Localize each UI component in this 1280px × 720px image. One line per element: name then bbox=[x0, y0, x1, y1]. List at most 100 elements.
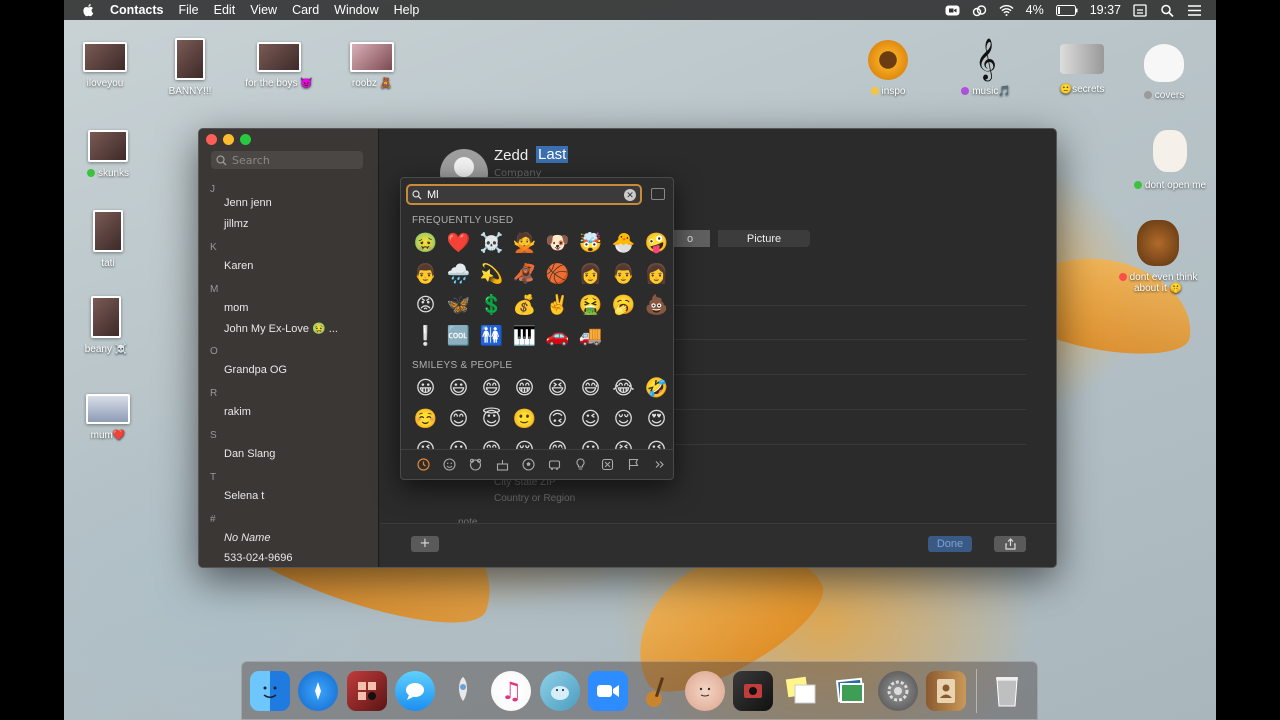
emoji-cell[interactable]: 🤪 bbox=[640, 228, 673, 259]
emoji-cell[interactable]: 🙅 bbox=[508, 228, 541, 259]
clear-search-icon[interactable]: ✕ bbox=[624, 189, 636, 201]
tab-more[interactable] bbox=[647, 456, 673, 474]
emoji-search-input[interactable]: Ml ✕ bbox=[406, 184, 642, 205]
emoji-cell[interactable]: 🌧️ bbox=[442, 259, 475, 290]
emoji-cell[interactable]: 👨 bbox=[607, 259, 640, 290]
minimize-window-button[interactable] bbox=[223, 134, 234, 145]
emoji-cell[interactable]: 😝 bbox=[607, 435, 640, 449]
emoji-cell[interactable]: 🦧 bbox=[508, 259, 541, 290]
desktop-icon-banny[interactable]: BANNY!!! bbox=[144, 38, 236, 97]
tab-frequently-used[interactable] bbox=[410, 456, 436, 474]
close-window-button[interactable] bbox=[206, 134, 217, 145]
creative-cloud-icon[interactable] bbox=[972, 4, 987, 17]
desktop-icon-dont-even-think[interactable]: dont even think about it 🤫 bbox=[1110, 220, 1206, 294]
emoji-cell[interactable]: 😃 bbox=[442, 373, 475, 404]
tab-symbols[interactable] bbox=[594, 456, 620, 474]
contact-row[interactable]: Grandpa OG bbox=[224, 364, 287, 376]
emoji-cell[interactable]: ❤️ bbox=[442, 228, 475, 259]
emoji-cell[interactable]: 😊 bbox=[442, 404, 475, 435]
last-name-field[interactable]: Last bbox=[536, 146, 569, 163]
emoji-cell[interactable]: 🐣 bbox=[607, 228, 640, 259]
emoji-cell[interactable]: 🥱 bbox=[607, 290, 640, 321]
emoji-cell[interactable]: 💫 bbox=[475, 259, 508, 290]
emoji-cell[interactable]: 😋 bbox=[541, 435, 574, 449]
tab-food[interactable] bbox=[489, 456, 515, 474]
emoji-cell[interactable]: 😆 bbox=[541, 373, 574, 404]
desktop-icon-mum[interactable]: mum❤️ bbox=[62, 394, 154, 441]
emoji-cell[interactable]: 😌 bbox=[607, 404, 640, 435]
contact-row[interactable]: jillmz bbox=[224, 218, 248, 230]
done-button[interactable]: Done bbox=[928, 536, 972, 552]
character-viewer-expand-icon[interactable] bbox=[651, 188, 665, 200]
tab-travel[interactable] bbox=[541, 456, 567, 474]
contact-row[interactable]: No Name bbox=[224, 532, 270, 544]
menu-card[interactable]: Card bbox=[292, 3, 319, 17]
desktop-icon-dont-open-me[interactable]: dont open me bbox=[1115, 130, 1225, 191]
contact-row[interactable]: Dan Slang bbox=[224, 448, 275, 460]
menu-app-name[interactable]: Contacts bbox=[110, 3, 163, 17]
tab-smileys[interactable] bbox=[436, 456, 462, 474]
dock-system-preferences[interactable] bbox=[877, 670, 918, 711]
emoji-cell[interactable]: 😁 bbox=[508, 373, 541, 404]
first-name-field[interactable]: Zedd bbox=[494, 147, 528, 164]
emoji-cell[interactable]: ☺️ bbox=[409, 404, 442, 435]
emoji-cell[interactable]: 😚 bbox=[508, 435, 541, 449]
emoji-cell[interactable]: 🚚 bbox=[574, 321, 607, 352]
emoji-cell[interactable]: 😍 bbox=[640, 404, 673, 435]
emoji-cell[interactable]: 😗 bbox=[442, 435, 475, 449]
emoji-cell[interactable]: 👩 bbox=[574, 259, 607, 290]
emoji-cell[interactable]: 💩 bbox=[640, 290, 673, 321]
menu-help[interactable]: Help bbox=[394, 3, 420, 17]
contacts-search-field[interactable]: Search bbox=[211, 151, 363, 169]
emoji-cell[interactable]: 🤢 bbox=[409, 228, 442, 259]
emoji-cell[interactable]: 🤮 bbox=[574, 290, 607, 321]
dock-launchpad[interactable] bbox=[443, 671, 483, 711]
emoji-cell[interactable]: 😀 bbox=[409, 373, 442, 404]
add-field-button[interactable]: + bbox=[411, 536, 439, 552]
menu-edit[interactable]: Edit bbox=[214, 3, 236, 17]
emoji-cell[interactable]: 😡 bbox=[409, 290, 442, 321]
dock-preview[interactable] bbox=[830, 671, 870, 711]
dock-contacts[interactable] bbox=[926, 670, 967, 711]
emoji-cell[interactable]: ❕ bbox=[409, 321, 442, 352]
dock-zoom[interactable] bbox=[588, 670, 629, 711]
emoji-cell[interactable]: 😄 bbox=[475, 373, 508, 404]
dock-photo-booth-2[interactable] bbox=[732, 670, 773, 711]
spotlight-search-icon[interactable] bbox=[1160, 4, 1175, 17]
emoji-cell[interactable]: 😛 bbox=[574, 435, 607, 449]
desktop-icon-music[interactable]: 𝄞 music🎵 bbox=[940, 36, 1032, 97]
emoji-cell[interactable]: 🆒 bbox=[442, 321, 475, 352]
dock-stickies[interactable] bbox=[781, 671, 821, 711]
emoji-cell[interactable]: 😜 bbox=[640, 435, 673, 449]
desktop-icon-skunks[interactable]: skunks bbox=[62, 130, 154, 179]
dock-trash[interactable] bbox=[987, 671, 1027, 711]
desktop-icon-covers[interactable]: covers bbox=[1118, 44, 1210, 101]
wifi-icon[interactable] bbox=[999, 4, 1014, 17]
menu-view[interactable]: View bbox=[250, 3, 277, 17]
dock-seal-app[interactable] bbox=[539, 670, 580, 711]
zoom-window-button[interactable] bbox=[240, 134, 251, 145]
dock-garageband[interactable] bbox=[636, 671, 676, 711]
emoji-cell[interactable]: 👩 bbox=[640, 259, 673, 290]
contact-row[interactable]: 533-024-9696 bbox=[224, 552, 293, 564]
emoji-cell[interactable]: ☠️ bbox=[475, 228, 508, 259]
tag-manager-icon[interactable] bbox=[1133, 3, 1148, 17]
desktop-icon-for-the-boys[interactable]: for the boys 😈 bbox=[233, 42, 325, 89]
share-button[interactable] bbox=[994, 536, 1026, 552]
emoji-cell[interactable]: 💰 bbox=[508, 290, 541, 321]
emoji-cell[interactable]: 😅 bbox=[574, 373, 607, 404]
dock-messages[interactable] bbox=[394, 670, 435, 711]
menu-file[interactable]: File bbox=[178, 3, 198, 17]
dock-finder[interactable] bbox=[250, 670, 290, 711]
notification-center-icon[interactable] bbox=[1187, 4, 1202, 17]
emoji-cell[interactable]: 😘 bbox=[409, 435, 442, 449]
dock-itunes[interactable]: ♫ bbox=[491, 670, 532, 711]
menubar-clock[interactable]: 19:37 bbox=[1090, 3, 1121, 17]
tab-flags[interactable] bbox=[620, 456, 646, 474]
tab-objects[interactable] bbox=[568, 456, 594, 474]
contact-row[interactable]: rakim bbox=[224, 406, 251, 418]
desktop-icon-tati[interactable]: tati bbox=[62, 210, 154, 269]
desktop-icon-roobz[interactable]: roobz 🧸 bbox=[326, 42, 418, 89]
emoji-cell[interactable]: 🏀 bbox=[541, 259, 574, 290]
emoji-cell[interactable]: 🐶 bbox=[541, 228, 574, 259]
